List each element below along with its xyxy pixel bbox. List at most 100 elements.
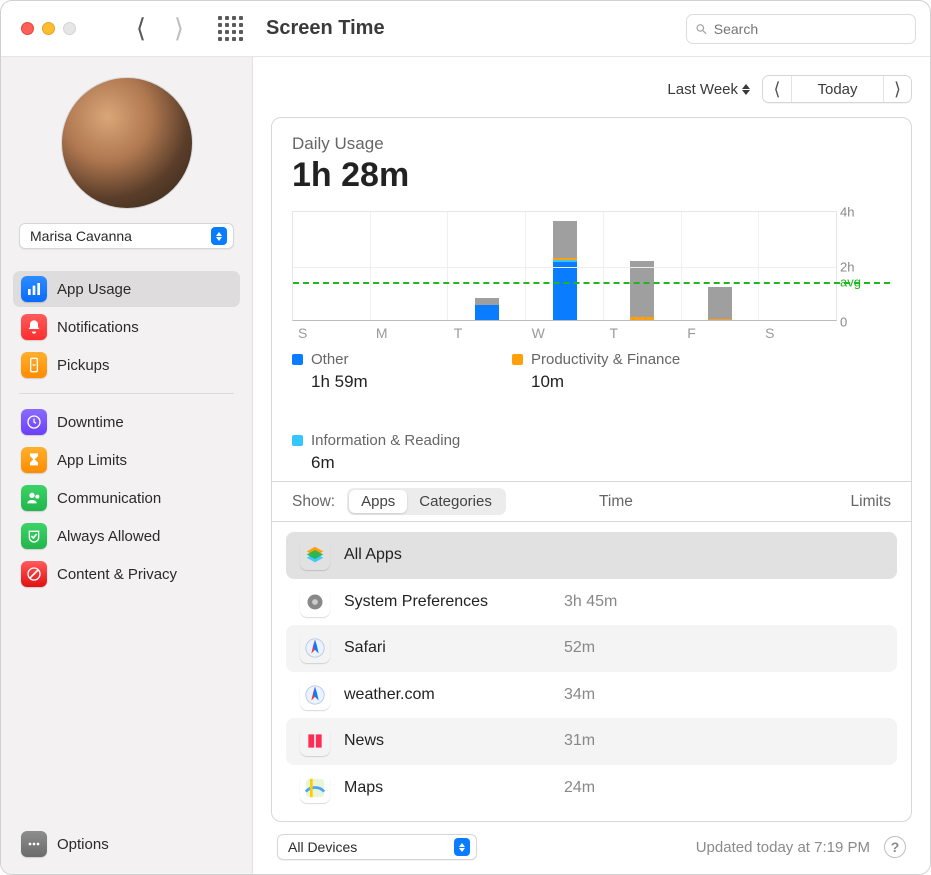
app-name-label: weather.com <box>344 686 564 704</box>
app-list: All AppsSystem Preferences3h 45mSafari52… <box>272 522 911 821</box>
app-time-label: 34m <box>564 686 595 704</box>
minimize-window-button[interactable] <box>42 22 55 35</box>
usage-chart: 4h2h0avg SMTWTFS <box>292 211 891 341</box>
search-field[interactable] <box>686 14 916 44</box>
app-time-label: 24m <box>564 779 595 797</box>
sidebar-item-label: Notifications <box>57 319 139 336</box>
show-segmented-control: Apps Categories <box>347 488 506 515</box>
pickup-icon <box>21 352 47 378</box>
titlebar: ⟨ ⟩ Screen Time <box>1 1 930 57</box>
date-range-dropdown[interactable]: Last Week <box>667 81 750 98</box>
sidebar: Marisa Cavanna App Usage Notifications <box>1 57 253 874</box>
daily-usage-label: Daily Usage <box>292 134 891 154</box>
app-row[interactable]: Maps24m <box>286 765 897 812</box>
communication-icon <box>21 485 47 511</box>
sidebar-item-label: Options <box>57 836 109 853</box>
bar-segment <box>475 305 499 320</box>
sidebar-item-label: Always Allowed <box>57 528 160 545</box>
sidebar-item-label: Communication <box>57 490 161 507</box>
sidebar-item-app-limits[interactable]: App Limits <box>13 442 240 478</box>
sidebar-item-downtime[interactable]: Downtime <box>13 404 240 440</box>
x-tick-label: M <box>370 321 448 341</box>
sidebar-item-label: Downtime <box>57 414 124 431</box>
prev-period-button[interactable]: ⟨ <box>763 76 791 102</box>
legend-swatch-productivity <box>512 354 523 365</box>
usage-bar[interactable] <box>553 221 577 320</box>
app-row[interactable]: Safari52m <box>286 625 897 672</box>
device-select-dropdown[interactable]: All Devices <box>277 834 477 860</box>
app-name-label: System Preferences <box>344 593 564 611</box>
user-select-dropdown[interactable]: Marisa Cavanna <box>19 223 234 249</box>
today-button[interactable]: Today <box>791 76 883 102</box>
hourglass-icon <box>21 447 47 473</box>
bar-segment <box>630 317 654 320</box>
sidebar-item-label: Pickups <box>57 357 110 374</box>
sidebar-item-options[interactable]: Options <box>13 826 240 862</box>
updown-caret-icon <box>742 84 750 95</box>
sidebar-separator <box>19 393 234 394</box>
zoom-window-button[interactable] <box>63 22 76 35</box>
app-row[interactable]: All Apps <box>286 532 897 579</box>
back-button[interactable]: ⟨ <box>126 14 156 44</box>
legend-swatch-other <box>292 354 303 365</box>
forward-button[interactable]: ⟩ <box>164 14 194 44</box>
avg-label: avg <box>840 274 886 289</box>
next-period-button[interactable]: ⟩ <box>883 76 911 102</box>
app-usage-icon <box>21 276 47 302</box>
date-range-label: Last Week <box>667 81 738 98</box>
column-header-limits: Limits <box>791 493 891 511</box>
bar-segment <box>630 261 654 317</box>
app-time-label: 3h 45m <box>564 593 617 611</box>
x-tick-label: T <box>448 321 526 341</box>
usage-bar[interactable] <box>630 261 654 320</box>
sidebar-item-communication[interactable]: Communication <box>13 480 240 516</box>
sidebar-item-always-allowed[interactable]: Always Allowed <box>13 518 240 554</box>
sidebar-item-label: App Limits <box>57 452 127 469</box>
window-controls <box>21 22 76 35</box>
device-label: All Devices <box>288 839 357 855</box>
app-time-label: 52m <box>564 639 595 657</box>
usage-bar[interactable] <box>475 298 499 320</box>
app-icon <box>300 680 330 710</box>
date-nav: ⟨ Today ⟩ <box>762 75 912 103</box>
app-icon <box>300 726 330 756</box>
app-row[interactable]: System Preferences3h 45m <box>286 579 897 626</box>
sidebar-item-pickups[interactable]: Pickups <box>13 347 240 383</box>
sidebar-item-label: App Usage <box>57 281 131 298</box>
app-row[interactable]: weather.com34m <box>286 672 897 719</box>
user-name-label: Marisa Cavanna <box>30 228 132 244</box>
user-avatar[interactable] <box>61 77 193 209</box>
search-icon <box>695 22 708 36</box>
sidebar-item-content-privacy[interactable]: Content & Privacy <box>13 556 240 592</box>
usage-bar[interactable] <box>708 287 732 320</box>
downtime-icon <box>21 409 47 435</box>
help-button[interactable]: ? <box>884 836 906 858</box>
bar-segment <box>553 221 577 258</box>
y-tick-label: 2h <box>840 260 886 275</box>
legend-name: Other <box>311 351 349 368</box>
ellipsis-icon <box>21 831 47 857</box>
app-icon <box>300 633 330 663</box>
legend-swatch-information <box>292 435 303 446</box>
main-content: Last Week ⟨ Today ⟩ Daily Usage 1h 28m <box>253 57 930 874</box>
show-apps-button[interactable]: Apps <box>349 490 407 513</box>
chart-legend: Other 1h 59m Productivity & Finance 10m … <box>292 351 891 473</box>
dropdown-caret-icon <box>211 227 227 245</box>
daily-usage-value: 1h 28m <box>292 156 891 195</box>
show-all-prefs-button[interactable] <box>216 15 244 43</box>
app-icon <box>300 587 330 617</box>
last-updated-label: Updated today at 7:19 PM <box>696 839 870 856</box>
show-categories-button[interactable]: Categories <box>407 490 504 513</box>
x-tick-label: S <box>759 321 837 341</box>
app-name-label: News <box>344 732 564 750</box>
search-input[interactable] <box>714 21 907 37</box>
app-icon <box>300 540 330 570</box>
app-row[interactable]: News31m <box>286 718 897 765</box>
bar-segment <box>553 262 577 320</box>
close-window-button[interactable] <box>21 22 34 35</box>
y-tick-label: 4h <box>840 205 886 220</box>
check-shield-icon <box>21 523 47 549</box>
sidebar-item-notifications[interactable]: Notifications <box>13 309 240 345</box>
bar-segment <box>708 287 732 319</box>
sidebar-item-app-usage[interactable]: App Usage <box>13 271 240 307</box>
